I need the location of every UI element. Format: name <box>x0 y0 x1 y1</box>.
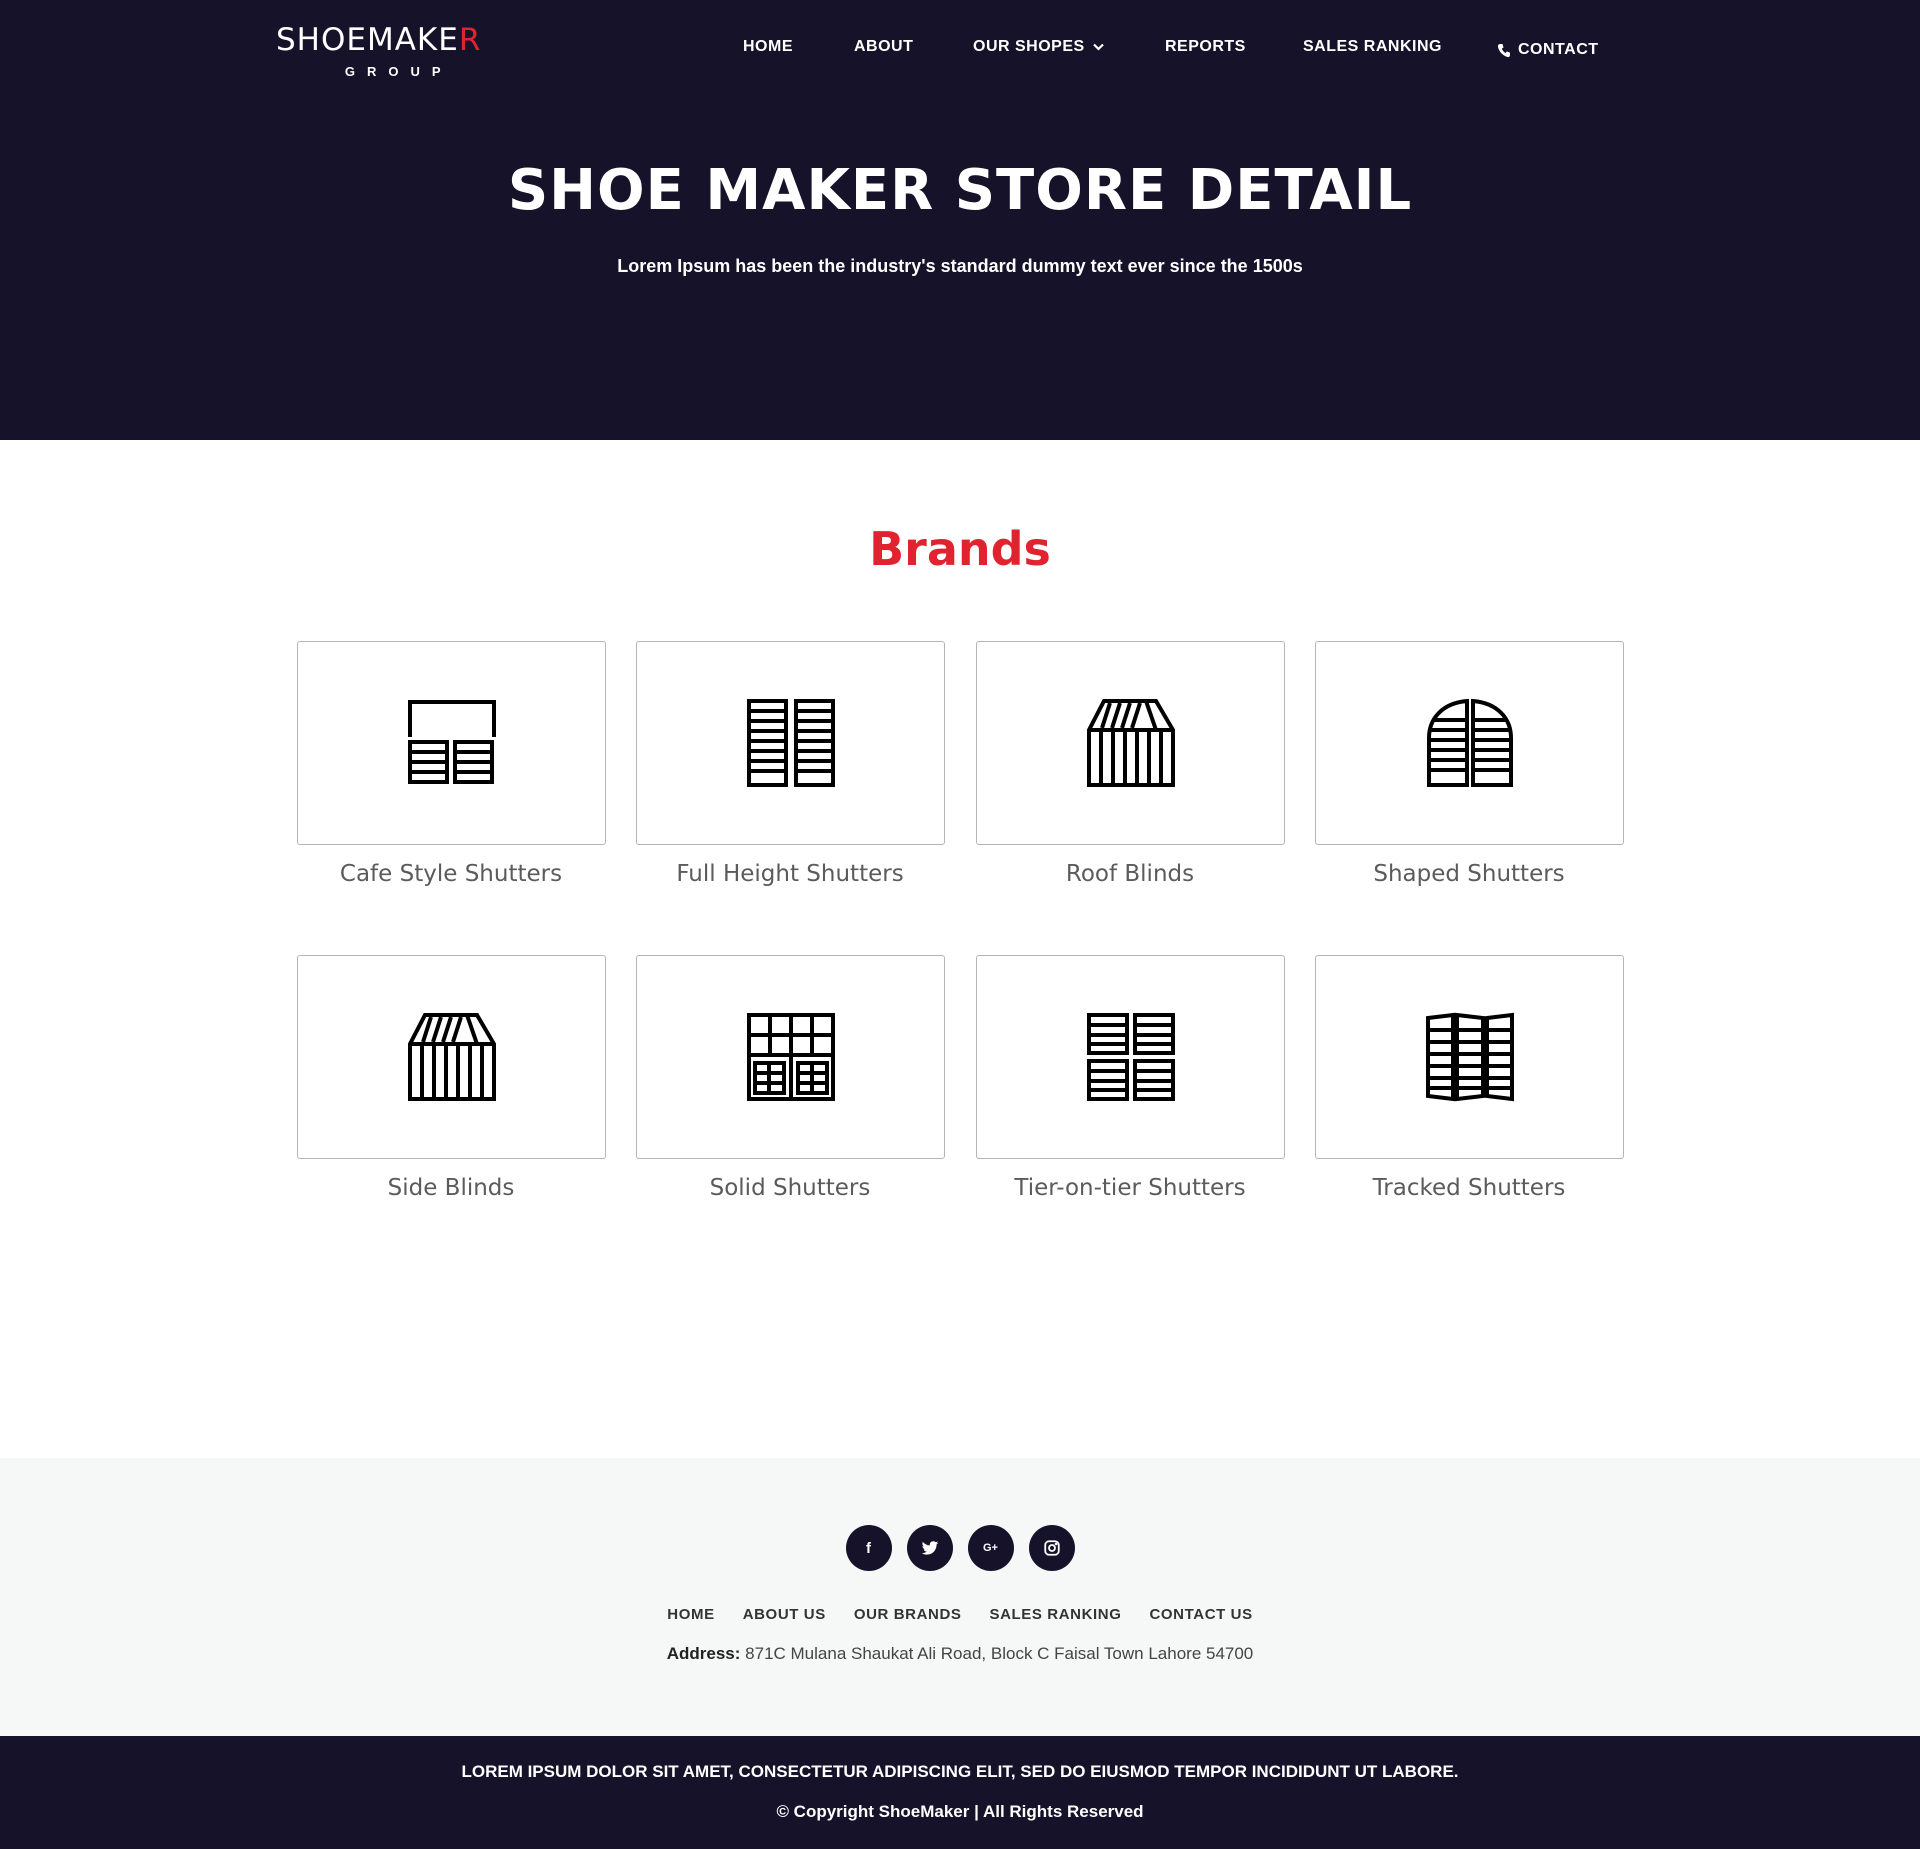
nav-about-label: ABOUT <box>854 38 914 55</box>
phone-icon <box>1497 43 1510 57</box>
brand-card-cafe-style-shutters[interactable] <box>297 641 606 845</box>
brand-card-tracked-shutters[interactable] <box>1315 955 1624 1159</box>
site-footer: f G+ HOME ABOUT US OUR BRANDS SALES RANK… <box>0 1458 1920 1736</box>
footer-link-contact-us[interactable]: CONTACT US <box>1149 1606 1252 1623</box>
logo-subtitle: GROUP <box>344 64 453 79</box>
nav-contact[interactable]: CONTACT <box>1497 41 1599 59</box>
footer-tagline: LOREM IPSUM DOLOR SIT AMET, CONSECTETUR … <box>461 1762 1459 1781</box>
nav-sales-ranking-label: SALES RANKING <box>1303 38 1442 55</box>
brand-card-tier-on-tier-shutters[interactable] <box>976 955 1285 1159</box>
chevron-down-icon <box>1092 43 1104 51</box>
main-nav: HOME ABOUT OUR SHOPES REPORTS SALES RANK… <box>0 38 1920 62</box>
footer-link-home[interactable]: HOME <box>667 1606 714 1623</box>
nav-sales-ranking[interactable]: SALES RANKING <box>1303 38 1442 56</box>
brand-label-roof-blinds[interactable]: Roof Blinds <box>960 861 1300 887</box>
twitter-icon[interactable] <box>906 1525 953 1571</box>
nav-home[interactable]: HOME <box>743 38 793 56</box>
footer-address: Address: 871C Mulana Shaukat Ali Road, B… <box>0 1644 1920 1664</box>
google-plus-icon[interactable]: G+ <box>967 1525 1014 1571</box>
tier-on-tier-shutter-icon <box>1086 1013 1175 1101</box>
brand-label-side-blinds[interactable]: Side Blinds <box>281 1175 621 1201</box>
brand-label-shaped-shutters[interactable]: Shaped Shutters <box>1299 861 1639 887</box>
brand-card-side-blinds[interactable] <box>297 955 606 1159</box>
twitter-bird-glyph <box>921 1541 938 1555</box>
brand-label-cafe-style-shutters[interactable]: Cafe Style Shutters <box>281 861 621 887</box>
brand-card-full-height-shutters[interactable] <box>636 641 945 845</box>
brand-card-solid-shutters[interactable] <box>636 955 945 1159</box>
shaped-shutter-icon <box>1426 698 1513 787</box>
roof-blind-icon <box>1086 699 1175 787</box>
cafe-style-shutter-icon <box>407 700 496 784</box>
instagram-camera-glyph <box>1043 1540 1060 1556</box>
nav-our-shopes-dropdown[interactable]: OUR SHOPES <box>973 38 1104 56</box>
page-subtitle: Lorem Ipsum has been the industry's stan… <box>617 256 1303 276</box>
full-height-shutter-icon <box>746 699 835 787</box>
instagram-icon[interactable] <box>1028 1525 1075 1571</box>
brand-label-full-height-shutters[interactable]: Full Height Shutters <box>620 861 960 887</box>
address-value: 871C Mulana Shaukat Ali Road, Block C Fa… <box>745 1644 1254 1663</box>
nav-about[interactable]: ABOUT <box>854 38 913 56</box>
page-title: SHOE MAKER STORE DETAIL <box>507 158 1413 223</box>
brand-label-solid-shutters[interactable]: Solid Shutters <box>620 1175 960 1201</box>
footer-link-sales-ranking[interactable]: SALES RANKING <box>990 1606 1122 1623</box>
nav-our-shopes-label: OUR SHOPES <box>973 38 1085 55</box>
nav-home-label: HOME <box>743 38 793 55</box>
footer-link-about-us[interactable]: ABOUT US <box>743 1606 826 1623</box>
brand-label-tracked-shutters[interactable]: Tracked Shutters <box>1299 1175 1639 1201</box>
social-links: f G+ <box>0 1525 1920 1571</box>
brand-card-shaped-shutters[interactable] <box>1315 641 1624 845</box>
nav-reports-label: REPORTS <box>1165 38 1246 55</box>
footer-nav: HOME ABOUT US OUR BRANDS SALES RANKING C… <box>0 1606 1920 1623</box>
tracked-shutter-icon <box>1425 1012 1514 1102</box>
brand-card-roof-blinds[interactable] <box>976 641 1285 845</box>
brand-label-tier-on-tier-shutters[interactable]: Tier-on-tier Shutters <box>960 1175 1300 1201</box>
hero-header: SHOEMAKER GROUP HOME ABOUT OUR SHOPES RE… <box>0 0 1920 440</box>
solid-shutter-icon <box>746 1013 835 1101</box>
nav-contact-label: CONTACT <box>1518 41 1599 58</box>
footer-bottom-bar: LOREM IPSUM DOLOR SIT AMET, CONSECTETUR … <box>0 1736 1920 1849</box>
brands-title: Brands <box>869 522 1051 576</box>
address-label: Address: <box>666 1644 741 1663</box>
nav-reports[interactable]: REPORTS <box>1165 38 1246 56</box>
side-blind-icon <box>407 1013 496 1101</box>
facebook-icon[interactable]: f <box>845 1525 892 1571</box>
copyright-text: © Copyright ShoeMaker | All Rights Reser… <box>776 1802 1144 1821</box>
footer-link-our-brands[interactable]: OUR BRANDS <box>854 1606 962 1623</box>
